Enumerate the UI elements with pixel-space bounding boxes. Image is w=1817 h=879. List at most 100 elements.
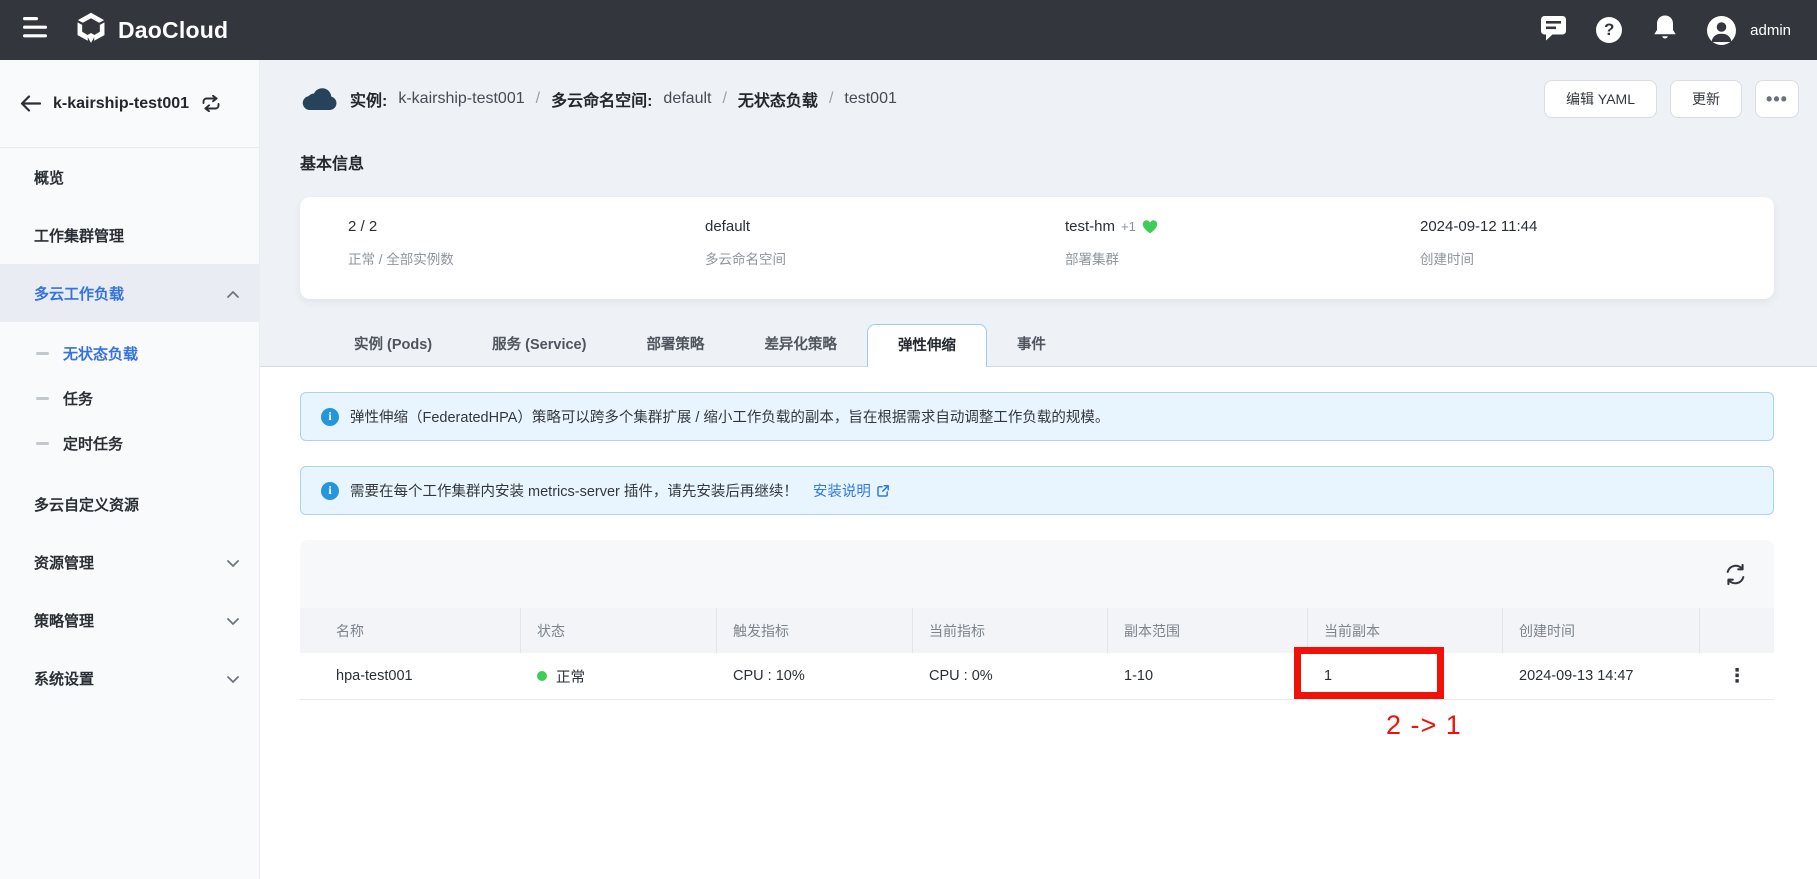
col-actions <box>1700 608 1774 653</box>
col-name: 名称 <box>300 608 521 653</box>
chevron-down-icon <box>227 612 239 629</box>
col-current-metric: 当前指标 <box>913 608 1108 653</box>
tab-pods[interactable]: 实例 (Pods) <box>324 324 462 366</box>
cell-current-replicas: 1 <box>1308 653 1503 699</box>
namespace-label: 多云命名空间 <box>705 248 1065 268</box>
cell-replica-range: 1-10 <box>1108 653 1308 699</box>
table-toolbar <box>300 540 1774 608</box>
tab-events[interactable]: 事件 <box>987 324 1076 366</box>
namespace-value: default <box>705 218 1065 235</box>
user-menu-button[interactable] <box>1706 15 1736 45</box>
chevron-down-icon <box>227 670 239 687</box>
cluster-selector: k-kairship-test001 <box>0 60 259 148</box>
more-icon: ••• <box>1766 89 1788 110</box>
breadcrumb-instance-value[interactable]: k-kairship-test001 <box>398 90 524 108</box>
status-badge: 正常 <box>556 666 585 687</box>
info-field-created: 2024-09-12 11:44 创建时间 <box>1420 218 1774 299</box>
daocloud-logo-icon <box>74 11 108 50</box>
sidebar-item-overview[interactable]: 概览 <box>0 148 259 206</box>
back-button[interactable] <box>20 95 41 112</box>
dash-icon <box>36 442 49 445</box>
tab-bar: 实例 (Pods) 服务 (Service) 部署策略 差异化策略 弹性伸缩 事… <box>260 324 1817 367</box>
chat-icon <box>1540 15 1567 46</box>
table-header: 名称 状态 触发指标 当前指标 副本范围 当前副本 创建时间 <box>300 608 1774 653</box>
help-icon: ? <box>1596 17 1622 43</box>
breadcrumb-instance-label: 实例: <box>350 87 387 111</box>
cluster-name: k-kairship-test001 <box>53 95 189 113</box>
sidebar-item-jobs[interactable]: 任务 <box>0 376 259 421</box>
cell-trigger-metric: CPU : 10% <box>717 653 913 699</box>
breadcrumb-workload-type[interactable]: 无状态负载 <box>738 87 818 111</box>
breadcrumb-separator: / <box>829 90 833 108</box>
cell-current-metric: CPU : 0% <box>913 653 1108 699</box>
sidebar-item-work-clusters[interactable]: 工作集群管理 <box>0 206 259 264</box>
breadcrumb: 实例: k-kairship-test001 / 多云命名空间: default… <box>300 80 897 118</box>
hpa-info-text: 弹性伸缩（FederatedHPA）策略可以跨多个集群扩展 / 缩小工作负载的副… <box>350 406 1109 427</box>
breadcrumb-separator: / <box>536 90 540 108</box>
edit-yaml-button[interactable]: 编辑 YAML <box>1544 80 1657 118</box>
update-button[interactable]: 更新 <box>1670 80 1742 118</box>
cell-status: 正常 <box>521 653 717 699</box>
kebab-icon: ⋮ <box>1728 667 1747 686</box>
avatar <box>1707 16 1736 45</box>
breadcrumb-separator: / <box>722 90 726 108</box>
sidebar-item-system-settings[interactable]: 系统设置 <box>0 649 259 707</box>
chevron-down-icon <box>227 554 239 571</box>
sidebar-item-policy-mgmt[interactable]: 策略管理 <box>0 591 259 649</box>
hpa-table: 名称 状态 触发指标 当前指标 副本范围 当前副本 创建时间 hpa-test0… <box>300 540 1774 700</box>
messages-button[interactable] <box>1538 15 1568 45</box>
external-link-icon <box>876 484 890 498</box>
refresh-button[interactable] <box>1723 562 1748 587</box>
tab-deploy-policy[interactable]: 部署策略 <box>616 324 734 366</box>
hamburger-icon <box>23 17 48 43</box>
tab-autoscaling[interactable]: 弹性伸缩 <box>867 324 987 367</box>
chevron-up-icon <box>227 285 239 302</box>
info-field-instances: 2 / 2 正常 / 全部实例数 <box>348 218 705 299</box>
notifications-button[interactable] <box>1650 15 1680 45</box>
sidebar-item-resource-mgmt[interactable]: 资源管理 <box>0 533 259 591</box>
basic-info-title: 基本信息 <box>300 150 364 174</box>
col-replica-range: 副本范围 <box>1108 608 1308 653</box>
breadcrumb-namespace-label: 多云命名空间: <box>551 87 652 111</box>
sidebar-item-deployments[interactable]: 无状态负载 <box>0 331 259 376</box>
hpa-info-alert: i 弹性伸缩（FederatedHPA）策略可以跨多个集群扩展 / 缩小工作负载… <box>300 392 1774 441</box>
sidebar-item-custom-resources[interactable]: 多云自定义资源 <box>0 475 259 533</box>
help-button[interactable]: ? <box>1594 15 1624 45</box>
switch-cluster-button[interactable] <box>201 95 221 112</box>
sidebar: k-kairship-test001 概览 工作集群管理 多云工作负载 无状态负… <box>0 60 260 879</box>
breadcrumb-workload-name: test001 <box>844 90 896 108</box>
username: admin <box>1750 22 1791 39</box>
heart-icon <box>1142 219 1158 234</box>
created-label: 创建时间 <box>1420 248 1774 268</box>
tab-override-policy[interactable]: 差异化策略 <box>734 324 867 366</box>
brand-logo[interactable]: DaoCloud <box>74 11 228 50</box>
metrics-server-text: 需要在每个工作集群内安装 metrics-server 插件，请先安装后再继续！ <box>350 480 798 501</box>
cell-name: hpa-test001 <box>300 653 521 699</box>
bell-icon <box>1652 14 1678 46</box>
info-icon: i <box>321 482 339 500</box>
page-actions: 编辑 YAML 更新 ••• <box>1544 80 1799 118</box>
annotation-note: 2 -> 1 <box>1386 710 1462 741</box>
more-actions-button[interactable]: ••• <box>1755 80 1799 118</box>
install-guide-link[interactable]: 安装说明 <box>813 480 890 501</box>
col-current-replicas: 当前副本 <box>1308 608 1503 653</box>
breadcrumb-namespace-value[interactable]: default <box>663 90 711 108</box>
sidebar-item-cronjobs[interactable]: 定时任务 <box>0 421 259 466</box>
col-trigger-metric: 触发指标 <box>717 608 913 653</box>
topbar-right: ? admin <box>1538 15 1791 45</box>
status-ok-icon <box>537 671 547 681</box>
tab-service[interactable]: 服务 (Service) <box>462 324 616 366</box>
hamburger-button[interactable] <box>18 13 52 47</box>
page: DaoCloud ? <box>0 0 1817 879</box>
sidebar-item-multicloud-workloads[interactable]: 多云工作负载 <box>0 264 259 322</box>
info-icon: i <box>321 408 339 426</box>
info-field-namespace: default 多云命名空间 <box>705 218 1065 299</box>
col-status: 状态 <box>521 608 717 653</box>
clusters-extra-badge: +1 <box>1121 219 1136 234</box>
row-actions-button[interactable]: ⋮ <box>1700 653 1774 699</box>
cloud-icon <box>300 86 339 113</box>
created-value: 2024-09-12 11:44 <box>1420 218 1774 235</box>
basic-info-card: 2 / 2 正常 / 全部实例数 default 多云命名空间 test-hm … <box>300 197 1774 299</box>
clusters-label: 部署集群 <box>1065 248 1420 268</box>
autoscaling-panel: i 弹性伸缩（FederatedHPA）策略可以跨多个集群扩展 / 缩小工作负载… <box>260 367 1817 879</box>
